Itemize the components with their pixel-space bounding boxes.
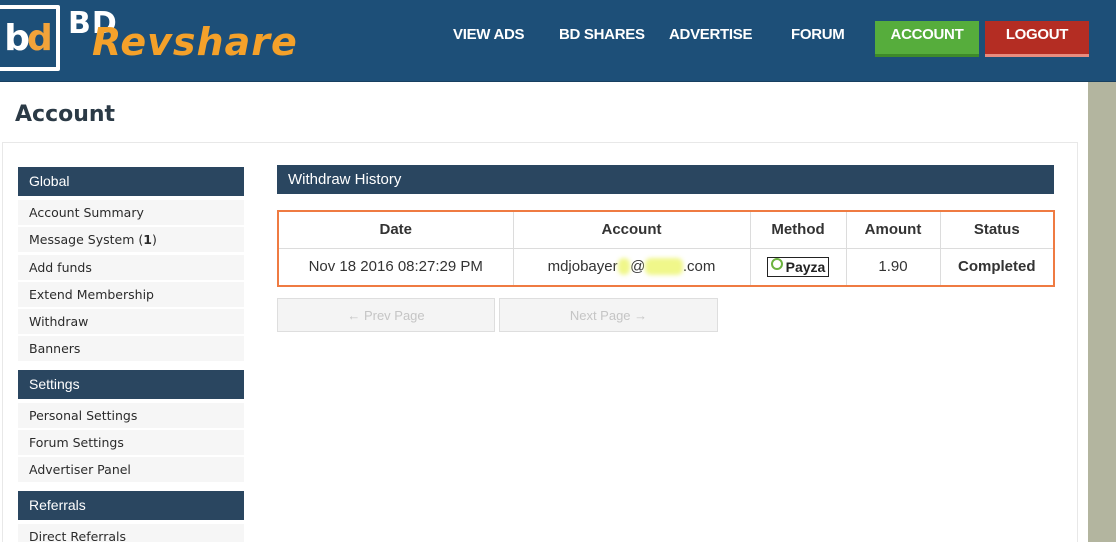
page-gutter bbox=[1088, 82, 1116, 542]
payza-logo-icon bbox=[770, 257, 783, 270]
brand-name-main: Revshare bbox=[92, 20, 298, 64]
withdraw-history-heading: Withdraw History bbox=[277, 165, 1054, 194]
nav-advertise[interactable]: ADVERTISE bbox=[669, 26, 752, 43]
sidebar-item-extend-membership[interactable]: Extend Membership bbox=[18, 282, 244, 307]
brand-logo-letters: bd bbox=[4, 17, 53, 59]
cell-amount: 1.90 bbox=[846, 248, 941, 285]
table-row: Nov 18 2016 08:27:29 PM mdjobayer @ .com… bbox=[279, 248, 1053, 285]
col-account: Account bbox=[513, 212, 751, 249]
top-header: bd BD Revshare VIEW ADS BD SHARES ADVERT… bbox=[0, 0, 1116, 82]
cell-account: mdjobayer @ .com bbox=[513, 248, 751, 285]
sidebar-section-referrals: Referrals bbox=[18, 491, 244, 520]
redacted-highlight bbox=[645, 258, 683, 276]
cell-date: Nov 18 2016 08:27:29 PM bbox=[279, 248, 514, 285]
prev-page-button[interactable]: ← Prev Page bbox=[277, 298, 495, 332]
sidebar-item-advertiser-panel[interactable]: Advertiser Panel bbox=[18, 457, 244, 482]
redacted-highlight bbox=[617, 258, 631, 276]
sidebar-item-message-system[interactable]: Message System (1) bbox=[18, 227, 244, 252]
sidebar-item-add-funds[interactable]: Add funds bbox=[18, 255, 244, 280]
col-status: Status bbox=[940, 212, 1053, 249]
nav-bd-shares[interactable]: BD SHARES bbox=[559, 26, 645, 43]
status-badge: Completed bbox=[957, 258, 1036, 276]
message-count: 1 bbox=[143, 232, 152, 247]
col-date: Date bbox=[279, 212, 514, 249]
nav-view-ads[interactable]: VIEW ADS bbox=[453, 26, 525, 43]
col-amount: Amount bbox=[846, 212, 941, 249]
cell-method: Payza bbox=[750, 248, 847, 285]
sidebar-item-personal-settings[interactable]: Personal Settings bbox=[18, 403, 244, 428]
sidebar-item-withdraw[interactable]: Withdraw bbox=[18, 309, 244, 334]
sidebar-item-account-summary[interactable]: Account Summary bbox=[18, 200, 244, 225]
brand-logo-mark[interactable]: bd bbox=[0, 5, 60, 71]
sidebar-item-direct-referrals[interactable]: Direct Referrals bbox=[18, 524, 244, 542]
col-method: Method bbox=[750, 212, 847, 249]
sidebar-item-forum-settings[interactable]: Forum Settings bbox=[18, 430, 244, 455]
sidebar-item-banners[interactable]: Banners bbox=[18, 336, 244, 361]
nav-logout-button[interactable]: LOGOUT bbox=[985, 21, 1089, 57]
page-title: Account bbox=[15, 102, 116, 127]
payza-logo: Payza bbox=[766, 256, 830, 277]
sidebar-section-global: Global bbox=[18, 167, 244, 196]
next-page-button[interactable]: Next Page → bbox=[499, 298, 718, 332]
nav-forum[interactable]: FORUM bbox=[791, 26, 845, 43]
sidebar-section-settings: Settings bbox=[18, 370, 244, 399]
nav-account-button[interactable]: ACCOUNT bbox=[875, 21, 979, 57]
withdraw-history-table: Date Account Method Amount Status Nov 18… bbox=[277, 210, 1055, 287]
